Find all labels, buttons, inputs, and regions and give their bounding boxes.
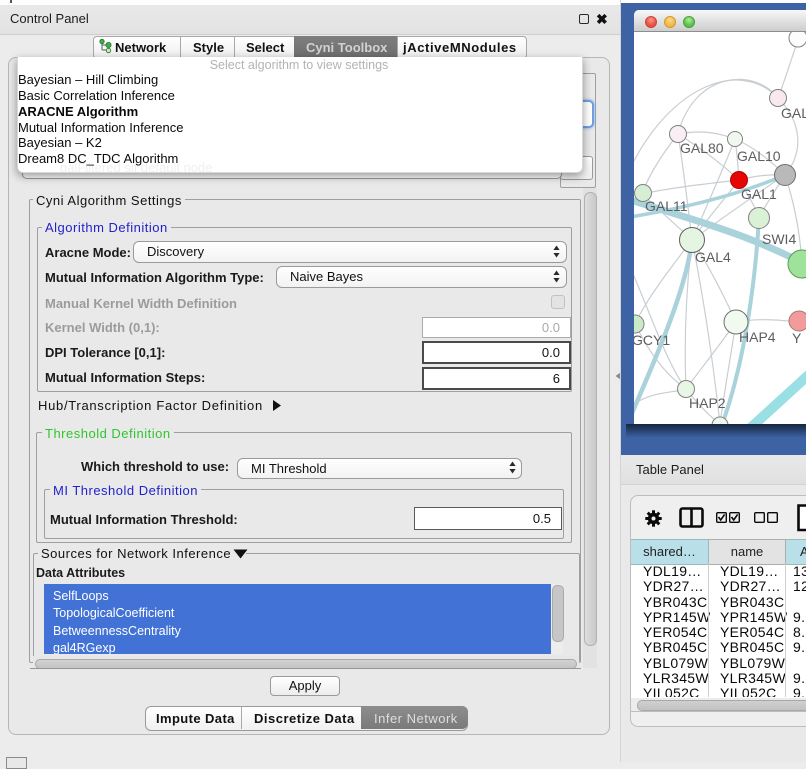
svg-text:GAL11: GAL11 bbox=[645, 198, 688, 214]
svg-text:GAL4: GAL4 bbox=[695, 249, 731, 265]
svg-text:GAL7: GAL7 bbox=[781, 105, 806, 121]
svg-text:GAL1: GAL1 bbox=[741, 186, 777, 202]
svg-text:GAL80: GAL80 bbox=[680, 140, 724, 156]
svg-text:Y: Y bbox=[792, 330, 802, 346]
svg-text:GAL10: GAL10 bbox=[737, 148, 781, 164]
svg-text:HAP4: HAP4 bbox=[739, 329, 776, 345]
svg-text:HAP2: HAP2 bbox=[689, 395, 726, 411]
svg-text:SWI4: SWI4 bbox=[762, 231, 796, 247]
svg-text:GCY1: GCY1 bbox=[634, 332, 670, 348]
